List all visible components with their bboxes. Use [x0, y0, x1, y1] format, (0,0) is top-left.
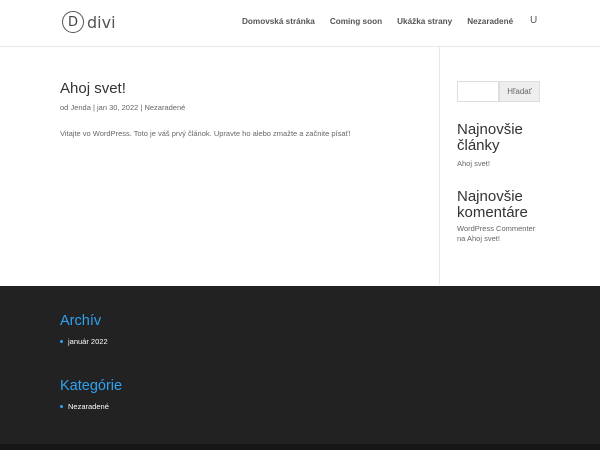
site-footer [0, 286, 600, 444]
site-logo[interactable]: D divi [62, 11, 116, 33]
recent-posts-title-line2: články [457, 137, 500, 154]
post-excerpt: Vitajte vo WordPress. Toto je váš prvý č… [60, 129, 351, 138]
meta-separator: | [92, 103, 95, 112]
post-title[interactable]: Ahoj svet! [60, 80, 126, 97]
post-date: jan 30, 2022 [97, 103, 139, 112]
post-category-link[interactable]: Nezaradené [144, 103, 185, 112]
search-icon[interactable]: U [530, 15, 537, 26]
logo-icon: D [62, 11, 84, 33]
recent-post-link[interactable]: Ahoj svet! [457, 159, 543, 169]
recent-posts-title: Najnovšie články [457, 122, 557, 154]
sidebar-search-button[interactable]: Hľadať [499, 81, 540, 102]
meta-separator: | [140, 103, 143, 112]
meta-prefix: od [60, 103, 69, 112]
nav-item-coming-soon[interactable]: Coming soon [330, 17, 382, 26]
archive-title: Archív [60, 313, 102, 329]
recent-comments-title-line2: komentáre [457, 204, 528, 221]
nav-item-sample-page[interactable]: Ukážka strany [397, 17, 452, 26]
archive-item[interactable]: január 2022 [60, 337, 108, 346]
sidebar-search-input[interactable] [457, 81, 499, 102]
main-nav: Domovská stránka Coming soon Ukážka stra… [242, 17, 528, 26]
post-meta: od Jenda | jan 30, 2022 | Nezaradené [60, 103, 185, 112]
logo-text: divi [87, 12, 116, 32]
recent-comments-title-line1: Najnovšie [457, 188, 523, 205]
nav-item-uncategorized[interactable]: Nezaradené [467, 17, 513, 26]
nav-item-home[interactable]: Domovská stránka [242, 17, 315, 26]
archive-item-label: január 2022 [68, 337, 108, 346]
site-header: D divi Domovská stránka Coming soon Ukáž… [0, 0, 600, 47]
recent-posts-title-line1: Najnovšie [457, 121, 523, 138]
category-item-label: Nezaradené [68, 402, 109, 411]
recent-comment-link[interactable]: WordPress Commenter na Ahoj svet! [457, 224, 543, 243]
category-item[interactable]: Nezaradené [60, 402, 109, 411]
sidebar-divider [439, 47, 440, 285]
categories-title: Kategórie [60, 378, 123, 394]
post-author-link[interactable]: Jenda [70, 103, 90, 112]
bullet-icon [60, 405, 63, 408]
footer-bottom-bar [0, 444, 600, 450]
recent-comments-title: Najnovšie komentáre [457, 189, 557, 221]
bullet-icon [60, 340, 63, 343]
